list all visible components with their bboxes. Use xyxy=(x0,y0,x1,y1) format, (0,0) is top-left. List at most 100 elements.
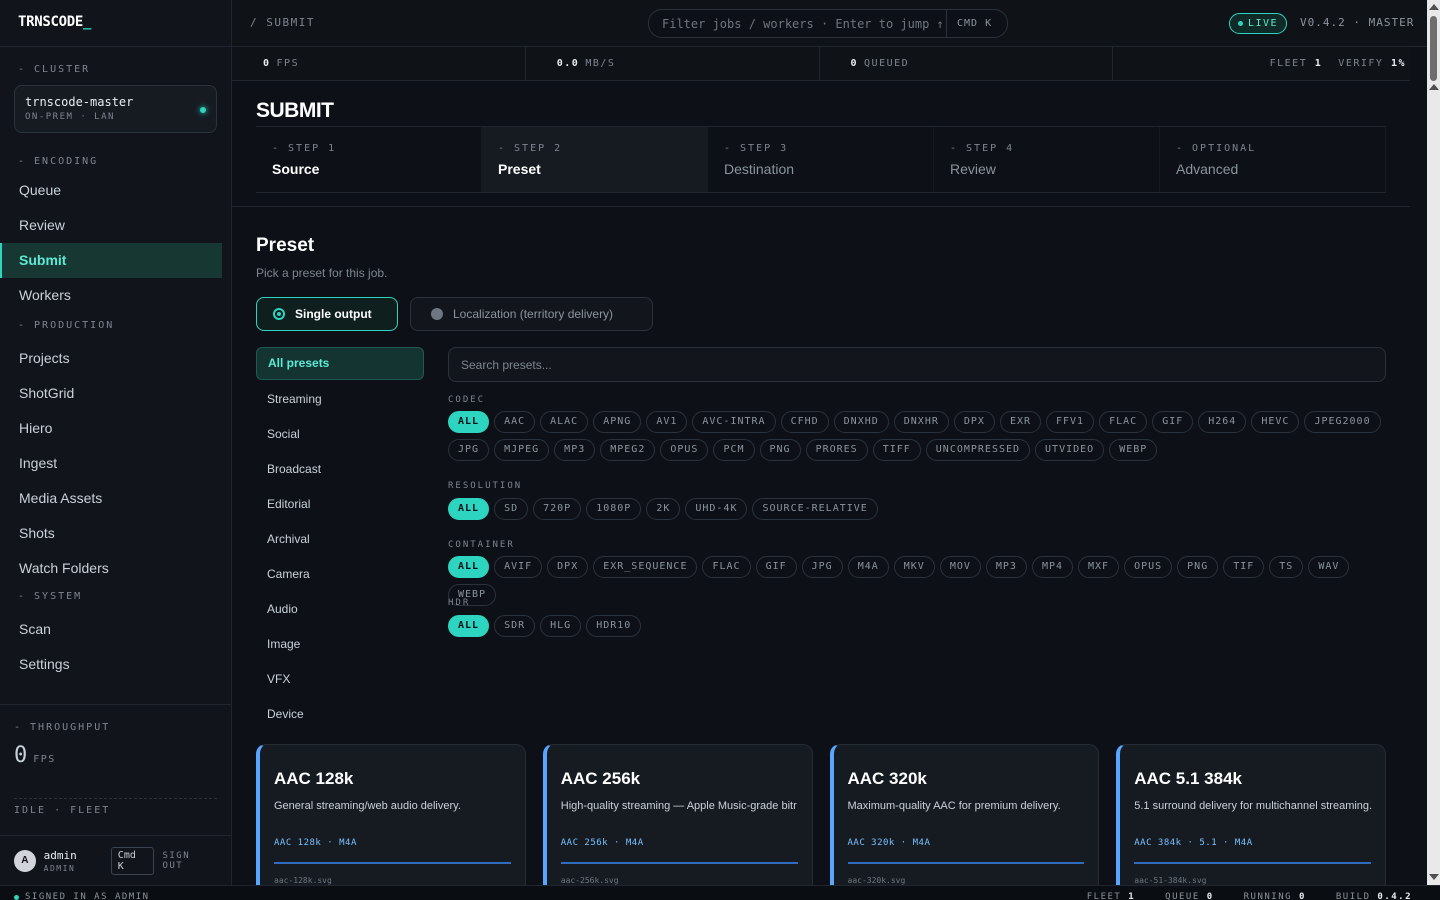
step-review[interactable]: - STEP 4 Review xyxy=(934,127,1160,192)
brand-logo[interactable]: TRNSCODE_ xyxy=(0,0,231,47)
container-chip-mp3[interactable]: MP3 xyxy=(985,556,1027,578)
codec-chip-dnxhr[interactable]: DNXHR xyxy=(893,411,949,433)
codec-chip-flac[interactable]: FLAC xyxy=(1099,411,1148,433)
container-chip-mp4[interactable]: MP4 xyxy=(1031,556,1073,578)
codec-chip-apng[interactable]: APNG xyxy=(593,411,642,433)
scroll-down-icon[interactable] xyxy=(1429,874,1439,880)
container-chip-flac[interactable]: FLAC xyxy=(702,556,751,578)
container-chip-wav[interactable]: WAV xyxy=(1308,556,1350,578)
codec-chip-av1[interactable]: AV1 xyxy=(646,411,688,433)
container-chip-gif[interactable]: GIF xyxy=(755,556,797,578)
category-archival[interactable]: Archival xyxy=(256,522,424,557)
codec-chip-cfhd[interactable]: CFHD xyxy=(780,411,829,433)
codec-chip-tiff[interactable]: TIFF xyxy=(872,439,921,461)
codec-chip-gif[interactable]: GIF xyxy=(1152,411,1194,433)
codec-chip-hevc[interactable]: HEVC xyxy=(1251,411,1300,433)
resolution-chip-1080p[interactable]: 1080P xyxy=(586,498,642,520)
container-chip-exr-sequence[interactable]: EXR_SEQUENCE xyxy=(593,556,698,578)
container-chip-jpg[interactable]: JPG xyxy=(801,556,843,578)
preset-card-aac-256k[interactable]: AAC 256k High-quality streaming — Apple M… xyxy=(542,744,813,885)
container-chip-mkv[interactable]: MKV xyxy=(893,556,935,578)
container-chip-m4a[interactable]: M4A xyxy=(847,556,889,578)
main-scrollbar[interactable] xyxy=(1410,81,1440,885)
avatar[interactable]: A xyxy=(14,849,36,872)
container-chip-avif[interactable]: AVIF xyxy=(494,556,543,578)
global-search-input[interactable] xyxy=(662,16,946,31)
cluster-selector[interactable]: trnscode-master ON-PREM · LAN xyxy=(14,85,217,133)
sidebar-item-shots[interactable]: Shots xyxy=(0,516,231,551)
codec-chip-pcm[interactable]: PCM xyxy=(713,439,755,461)
category-social[interactable]: Social xyxy=(256,417,424,452)
codec-chip-ffv1[interactable]: FFV1 xyxy=(1046,411,1095,433)
codec-chip-prores[interactable]: PRORES xyxy=(805,439,868,461)
step-advanced[interactable]: - OPTIONAL Advanced xyxy=(1160,127,1386,192)
container-chip-dpx[interactable]: DPX xyxy=(547,556,589,578)
codec-chip-mjpeg[interactable]: MJPEG xyxy=(494,439,550,461)
scroll-track[interactable] xyxy=(1427,81,1440,885)
scroll-up-icon[interactable] xyxy=(1429,4,1439,10)
codec-chip-dnxhd[interactable]: DNXHD xyxy=(833,411,889,433)
codec-chip-utvideo[interactable]: UTVIDEO xyxy=(1035,439,1105,461)
category-device[interactable]: Device xyxy=(256,697,424,732)
sidebar-item-shotgrid[interactable]: ShotGrid xyxy=(0,376,231,411)
sidebar-item-settings[interactable]: Settings xyxy=(0,647,231,682)
hdr-chip-hdr10[interactable]: HDR10 xyxy=(586,615,642,637)
codec-chip-dpx[interactable]: DPX xyxy=(953,411,995,433)
hdr-chip-sdr[interactable]: SDR xyxy=(494,615,536,637)
container-chip-png[interactable]: PNG xyxy=(1177,556,1219,578)
top-scrollbar[interactable] xyxy=(1427,0,1440,81)
codec-chip-opus[interactable]: OPUS xyxy=(660,439,709,461)
top-scroll-thumb[interactable] xyxy=(1430,16,1437,81)
codec-chip-h264[interactable]: H264 xyxy=(1198,411,1247,433)
resolution-chip-2k[interactable]: 2K xyxy=(646,498,681,520)
codec-chip-all[interactable]: ALL xyxy=(448,411,490,433)
container-chip-ts[interactable]: TS xyxy=(1269,556,1304,578)
codec-chip-avc-intra[interactable]: AVC-INTRA xyxy=(692,411,776,433)
sidebar-item-submit[interactable]: Submit xyxy=(0,243,222,278)
codec-chip-aac[interactable]: AAC xyxy=(494,411,536,433)
mode-localization-button[interactable]: Localization (territory delivery) xyxy=(410,297,653,331)
preset-card-aac-320k[interactable]: AAC 320k Maximum-quality AAC for premium … xyxy=(829,744,1100,885)
category-vfx[interactable]: VFX xyxy=(256,662,424,697)
preset-card-aac-5-1-384k[interactable]: AAC 5.1 384k 5.1 surround delivery for mu… xyxy=(1116,744,1386,885)
resolution-chip-source-relative[interactable]: SOURCE-RELATIVE xyxy=(752,498,878,520)
step-preset[interactable]: - STEP 2 Preset xyxy=(482,127,708,192)
step-destination[interactable]: - STEP 3 Destination xyxy=(708,127,934,192)
live-status-badge[interactable]: LIVE xyxy=(1229,13,1287,34)
sidebar-item-workers[interactable]: Workers xyxy=(0,278,231,313)
sidebar-item-hiero[interactable]: Hiero xyxy=(0,411,231,446)
codec-chip-exr[interactable]: EXR xyxy=(999,411,1041,433)
container-chip-mxf[interactable]: MXF xyxy=(1078,556,1120,578)
sidebar-item-scan[interactable]: Scan xyxy=(0,612,231,647)
category-editorial[interactable]: Editorial xyxy=(256,487,424,522)
sidebar-item-projects[interactable]: Projects xyxy=(0,341,231,376)
codec-chip-jpeg2000[interactable]: JPEG2000 xyxy=(1304,411,1381,433)
sign-out-button[interactable]: SIGN OUT xyxy=(162,851,217,871)
hdr-chip-hlg[interactable]: HLG xyxy=(540,615,582,637)
container-chip-mov[interactable]: MOV xyxy=(939,556,981,578)
category-audio[interactable]: Audio xyxy=(256,592,424,627)
resolution-chip-sd[interactable]: SD xyxy=(494,498,529,520)
container-chip-opus[interactable]: OPUS xyxy=(1124,556,1173,578)
scroll-up-icon[interactable] xyxy=(1429,84,1439,90)
sidebar-item-media-assets[interactable]: Media Assets xyxy=(0,481,231,516)
command-palette-button[interactable]: Cmd K xyxy=(110,846,155,875)
container-chip-all[interactable]: ALL xyxy=(448,556,490,578)
resolution-chip-all[interactable]: ALL xyxy=(448,498,490,520)
mode-single-output-button[interactable]: Single output xyxy=(256,297,398,331)
preset-search-input[interactable] xyxy=(461,348,1373,381)
codec-chip-alac[interactable]: ALAC xyxy=(540,411,589,433)
sidebar-item-watch-folders[interactable]: Watch Folders xyxy=(0,551,231,586)
hdr-chip-all[interactable]: ALL xyxy=(448,615,490,637)
sidebar-item-queue[interactable]: Queue xyxy=(0,173,231,208)
category-broadcast[interactable]: Broadcast xyxy=(256,452,424,487)
sidebar-item-review[interactable]: Review xyxy=(0,208,231,243)
sidebar-item-ingest[interactable]: Ingest xyxy=(0,446,231,481)
codec-chip-webp[interactable]: WEBP xyxy=(1109,439,1158,461)
codec-chip-jpg[interactable]: JPG xyxy=(448,439,490,461)
codec-chip-mpeg2[interactable]: MPEG2 xyxy=(600,439,656,461)
codec-chip-uncompressed[interactable]: UNCOMPRESSED xyxy=(925,439,1031,461)
resolution-chip-720p[interactable]: 720P xyxy=(533,498,582,520)
resolution-chip-uhd-4k[interactable]: UHD-4K xyxy=(685,498,748,520)
codec-chip-mp3[interactable]: MP3 xyxy=(554,439,596,461)
